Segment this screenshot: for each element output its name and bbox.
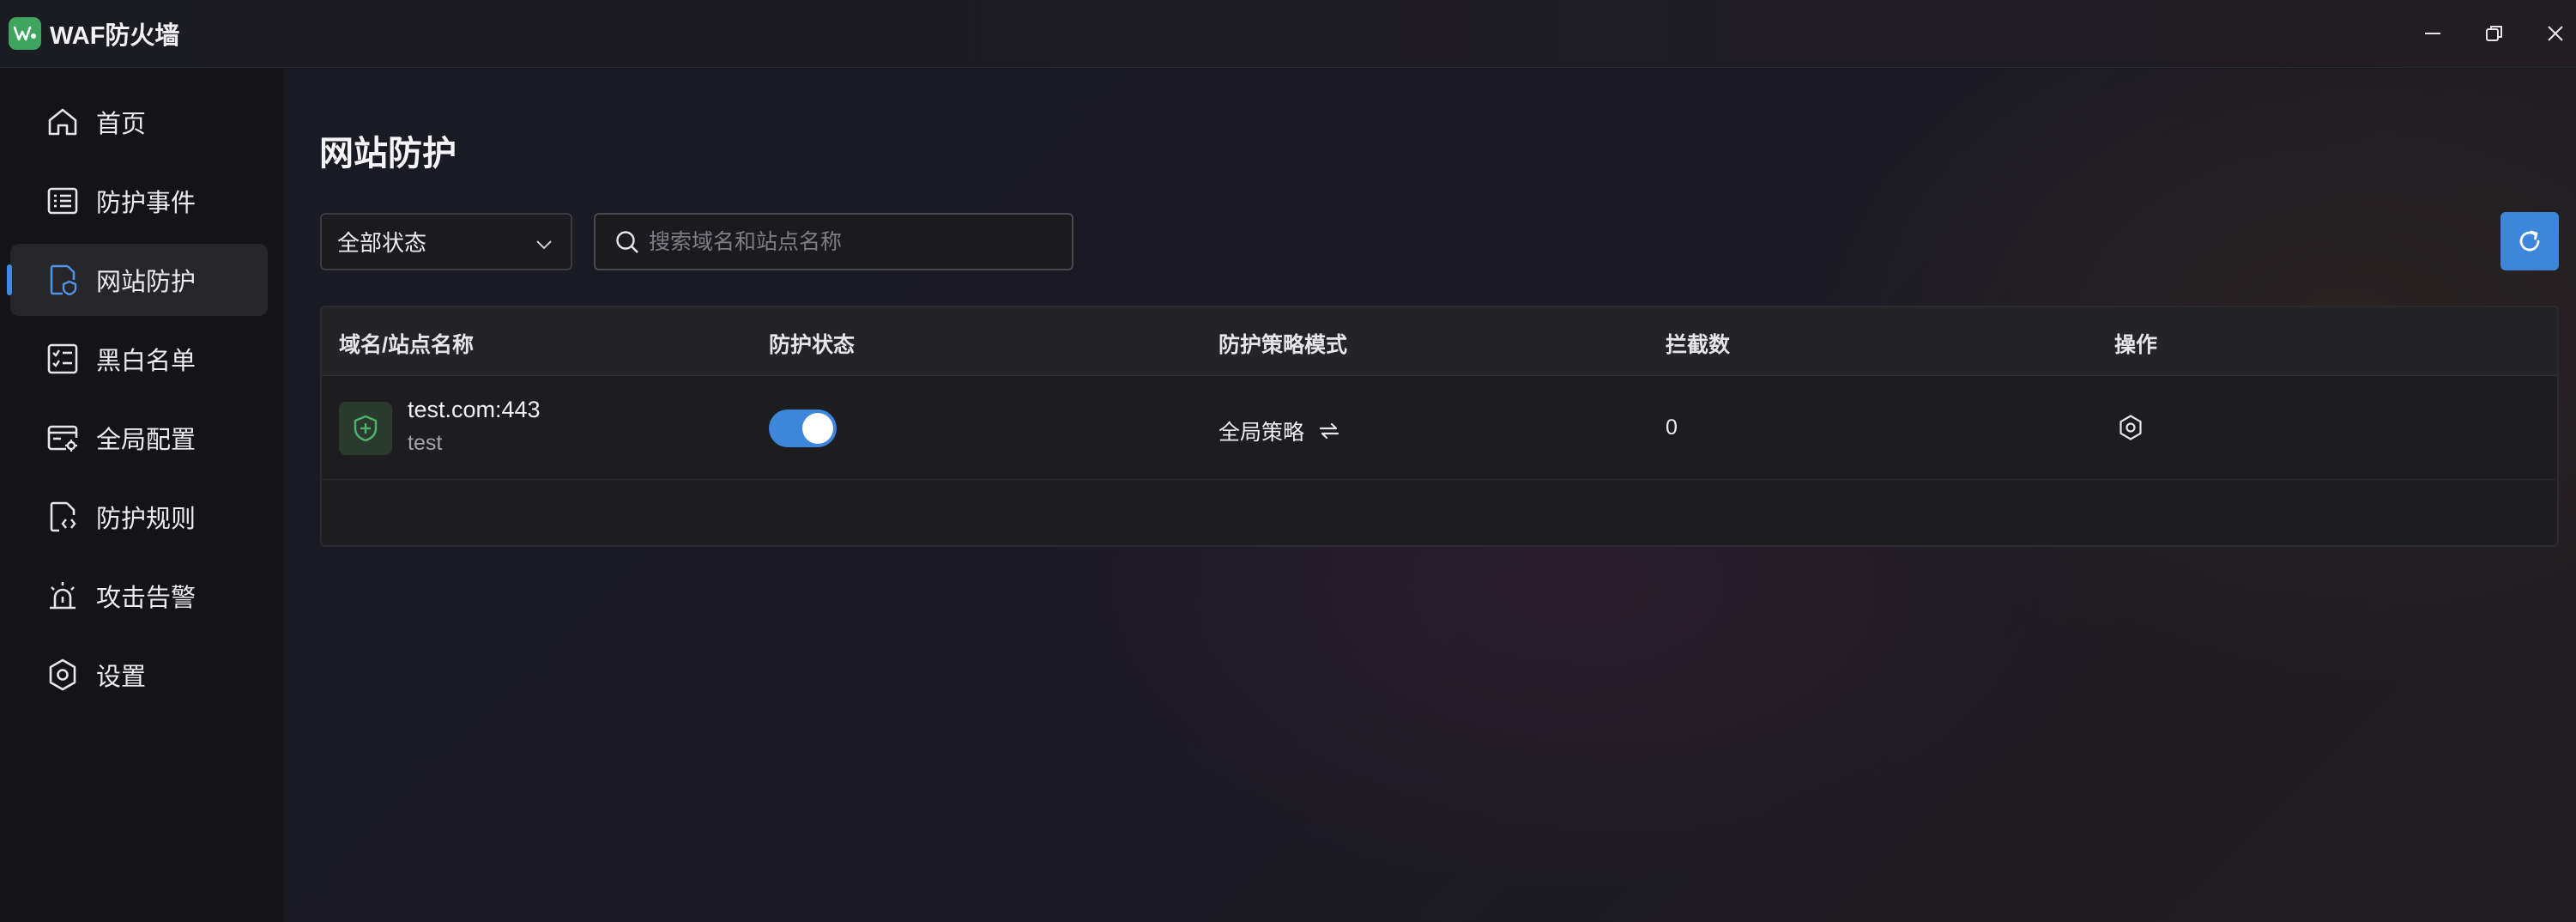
gear-icon [2119,415,2142,440]
strategy-mode-label: 全局策略 [1218,421,1305,445]
restore-icon [2486,26,2502,41]
minimize-icon [2425,33,2440,34]
table-header: 域名/站点名称 防护状态 防护策略模式 拦截数 操作 [322,307,2557,376]
checklist-icon [45,341,81,377]
table-row [322,377,2557,480]
sidebar-item-global-config[interactable]: 全局配置 [10,402,268,474]
chevron-down-icon [535,234,553,260]
toggle-knob [802,413,833,444]
app-logo-icon [13,26,36,41]
site-name: test [408,431,443,455]
list-icon [45,183,81,219]
search-box [594,213,1073,270]
main-content: 网站防护 全部状态 域名/站点名称 防护状态 防护策略模式 拦截数 操作 [286,69,2576,922]
column-header-mode: 防护策略模式 [1218,333,1348,357]
app-logo [9,17,41,50]
sidebar-item-label: 设置 [96,664,147,691]
sidebar-item-label: 攻击告警 [96,585,197,612]
sidebar-item-blackwhite-list[interactable]: 黑白名单 [10,323,268,395]
sidebar-item-settings[interactable]: 设置 [10,639,268,711]
site-shield-icon [45,262,81,298]
blocked-count: 0 [1666,416,1678,440]
site-domain: test.com:443 [408,397,541,422]
home-icon [45,104,81,140]
close-icon [2548,26,2563,41]
search-icon [614,229,640,259]
sidebar: 首页 防护事件 网站防护 黑白名单 全局配置 防护规则 攻击告警 设置 [0,69,285,922]
sidebar-item-home[interactable]: 首页 [10,86,268,158]
sidebar-item-label: 网站防护 [96,269,197,296]
sidebar-item-label: 防护规则 [96,506,197,533]
column-header-status: 防护状态 [769,333,856,357]
shield-plus-icon [354,415,378,442]
protection-status-toggle[interactable] [769,409,837,447]
sidebar-item-label: 黑白名单 [96,348,197,375]
sidebar-item-events[interactable]: 防护事件 [10,165,268,237]
refresh-icon [2519,230,2540,252]
site-shield-badge [339,402,392,455]
column-header-domain: 域名/站点名称 [339,333,474,357]
app-title: WAF防火墙 [50,22,180,50]
switch-mode-icon[interactable] [1318,422,1340,440]
sidebar-item-site-protection[interactable]: 网站防护 [7,244,268,316]
refresh-button[interactable] [2500,212,2559,270]
rule-file-icon [45,499,81,535]
column-header-blocked: 拦截数 [1666,333,1731,357]
title-bar: WAF防火墙 [0,0,2576,68]
minimize-button[interactable] [2413,14,2452,53]
sidebar-item-attack-alerts[interactable]: 攻击告警 [10,560,268,632]
config-card-icon [45,420,81,456]
page-title: 网站防护 [319,135,457,173]
sites-table: 域名/站点名称 防护状态 防护策略模式 拦截数 操作 test.com:443 … [320,306,2559,547]
restore-button[interactable] [2475,14,2514,53]
settings-icon [45,657,81,693]
status-filter-value: 全部状态 [337,230,427,256]
alarm-icon [45,578,81,614]
column-header-actions: 操作 [2114,333,2158,357]
sidebar-item-label: 全局配置 [96,427,197,454]
status-filter-select[interactable]: 全部状态 [320,213,572,270]
sidebar-item-protection-rules[interactable]: 防护规则 [10,481,268,553]
search-input[interactable] [649,225,1061,259]
sidebar-item-label: 防护事件 [96,190,197,217]
close-button[interactable] [2536,14,2575,53]
strategy-mode: 全局策略 [1218,416,1340,446]
sidebar-item-label: 首页 [96,111,147,138]
site-settings-button[interactable] [2114,411,2147,444]
